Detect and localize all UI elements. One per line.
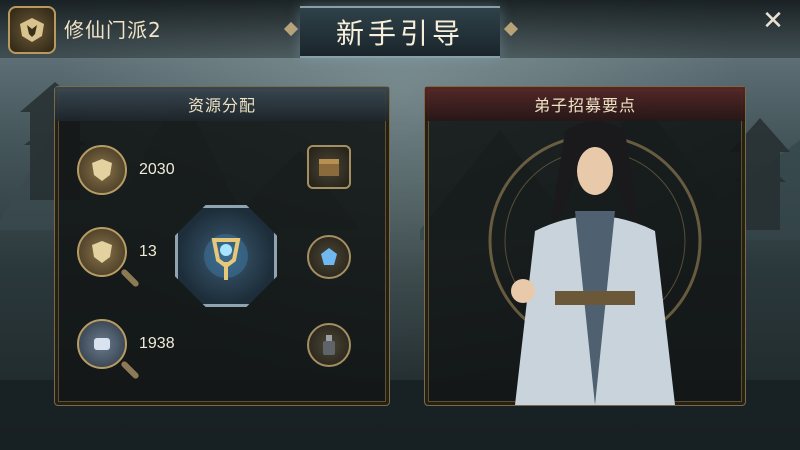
shield-badge-icon [77, 145, 127, 195]
glowing-shield-axe-icon[interactable] [175, 205, 277, 307]
resource-value-1: 2030 [139, 161, 175, 178]
recruit-panel: 弟子招募要点 [424, 86, 746, 406]
close-button[interactable]: ✕ [756, 4, 790, 38]
title-ornament-right [503, 21, 519, 37]
shield-magnifier-icon [77, 227, 140, 288]
resource-row-3[interactable]: 1938 [77, 319, 175, 380]
disciple-character-portrait [425, 121, 743, 405]
sect-name: 修仙门派2 [64, 18, 162, 42]
title-ornament-left [283, 21, 299, 37]
recruit-panel-title: 弟子招募要点 [425, 87, 745, 121]
resource-row-1[interactable]: 2030 [77, 145, 175, 195]
resource-row-2[interactable]: 13 [77, 227, 157, 288]
resource-value-3: 1938 [139, 335, 175, 352]
page-title: 新手引导 [335, 17, 464, 50]
treasure-chest-icon[interactable] [307, 145, 351, 189]
resource-value-2: 13 [139, 243, 157, 260]
resource-panel: 资源分配 2030 13 1938 [54, 86, 390, 406]
sect-emblem[interactable] [8, 6, 56, 54]
scroll-magnifier-icon [77, 319, 140, 380]
top-bar: 修仙门派2 新手引导 ✕ [0, 0, 800, 58]
resource-panel-title: 资源分配 [55, 87, 389, 121]
blue-gem-magnifier-icon[interactable] [307, 235, 351, 279]
title-plate: 新手引导 [300, 6, 500, 58]
wolf-crest-icon [20, 18, 44, 42]
bottle-magnifier-icon[interactable] [307, 323, 351, 367]
